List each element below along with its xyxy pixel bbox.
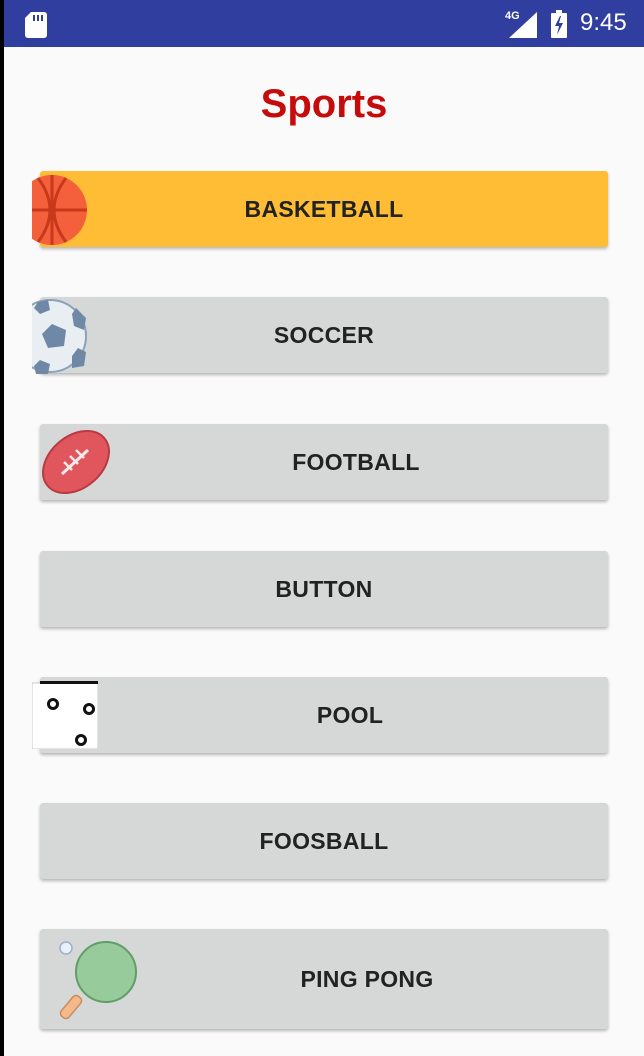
soccer-button-label: SOCCER	[273, 322, 375, 348]
soccer-button[interactable]: SOCCER	[40, 297, 608, 373]
foosball-button-label: FOOSBALL	[259, 828, 389, 854]
status-clock: 9:45	[580, 9, 627, 36]
pool-button[interactable]: POOL	[40, 677, 608, 753]
app-screen: 4G 9:45 Sports BASKETBALL SOCCER FOOTBAL…	[4, 0, 644, 1056]
football-icon	[42, 429, 110, 495]
dice-icon	[32, 681, 98, 749]
pool-button-label: POOL	[316, 702, 384, 728]
status-bar: 4G 9:45	[4, 0, 644, 47]
battery-charging-icon	[551, 10, 567, 38]
football-button-label: FOOTBALL	[292, 449, 420, 475]
ping-pong-button-label: PING PONG	[300, 966, 434, 992]
foosball-button[interactable]: FOOSBALL	[40, 803, 608, 879]
football-button[interactable]: FOOTBALL	[40, 424, 608, 500]
ping-pong-paddle-icon	[59, 941, 137, 1020]
basketball-button-label: BASKETBALL	[244, 196, 404, 222]
basketball-icon	[32, 175, 87, 245]
soccer-ball-icon	[32, 299, 87, 374]
generic-button-label: BUTTON	[275, 576, 373, 602]
signal-strength-icon	[509, 12, 537, 38]
page-title: Sports	[260, 82, 388, 126]
basketball-button[interactable]: BASKETBALL	[40, 171, 608, 247]
sd-card-icon	[25, 12, 47, 38]
generic-button[interactable]: BUTTON	[40, 551, 608, 627]
